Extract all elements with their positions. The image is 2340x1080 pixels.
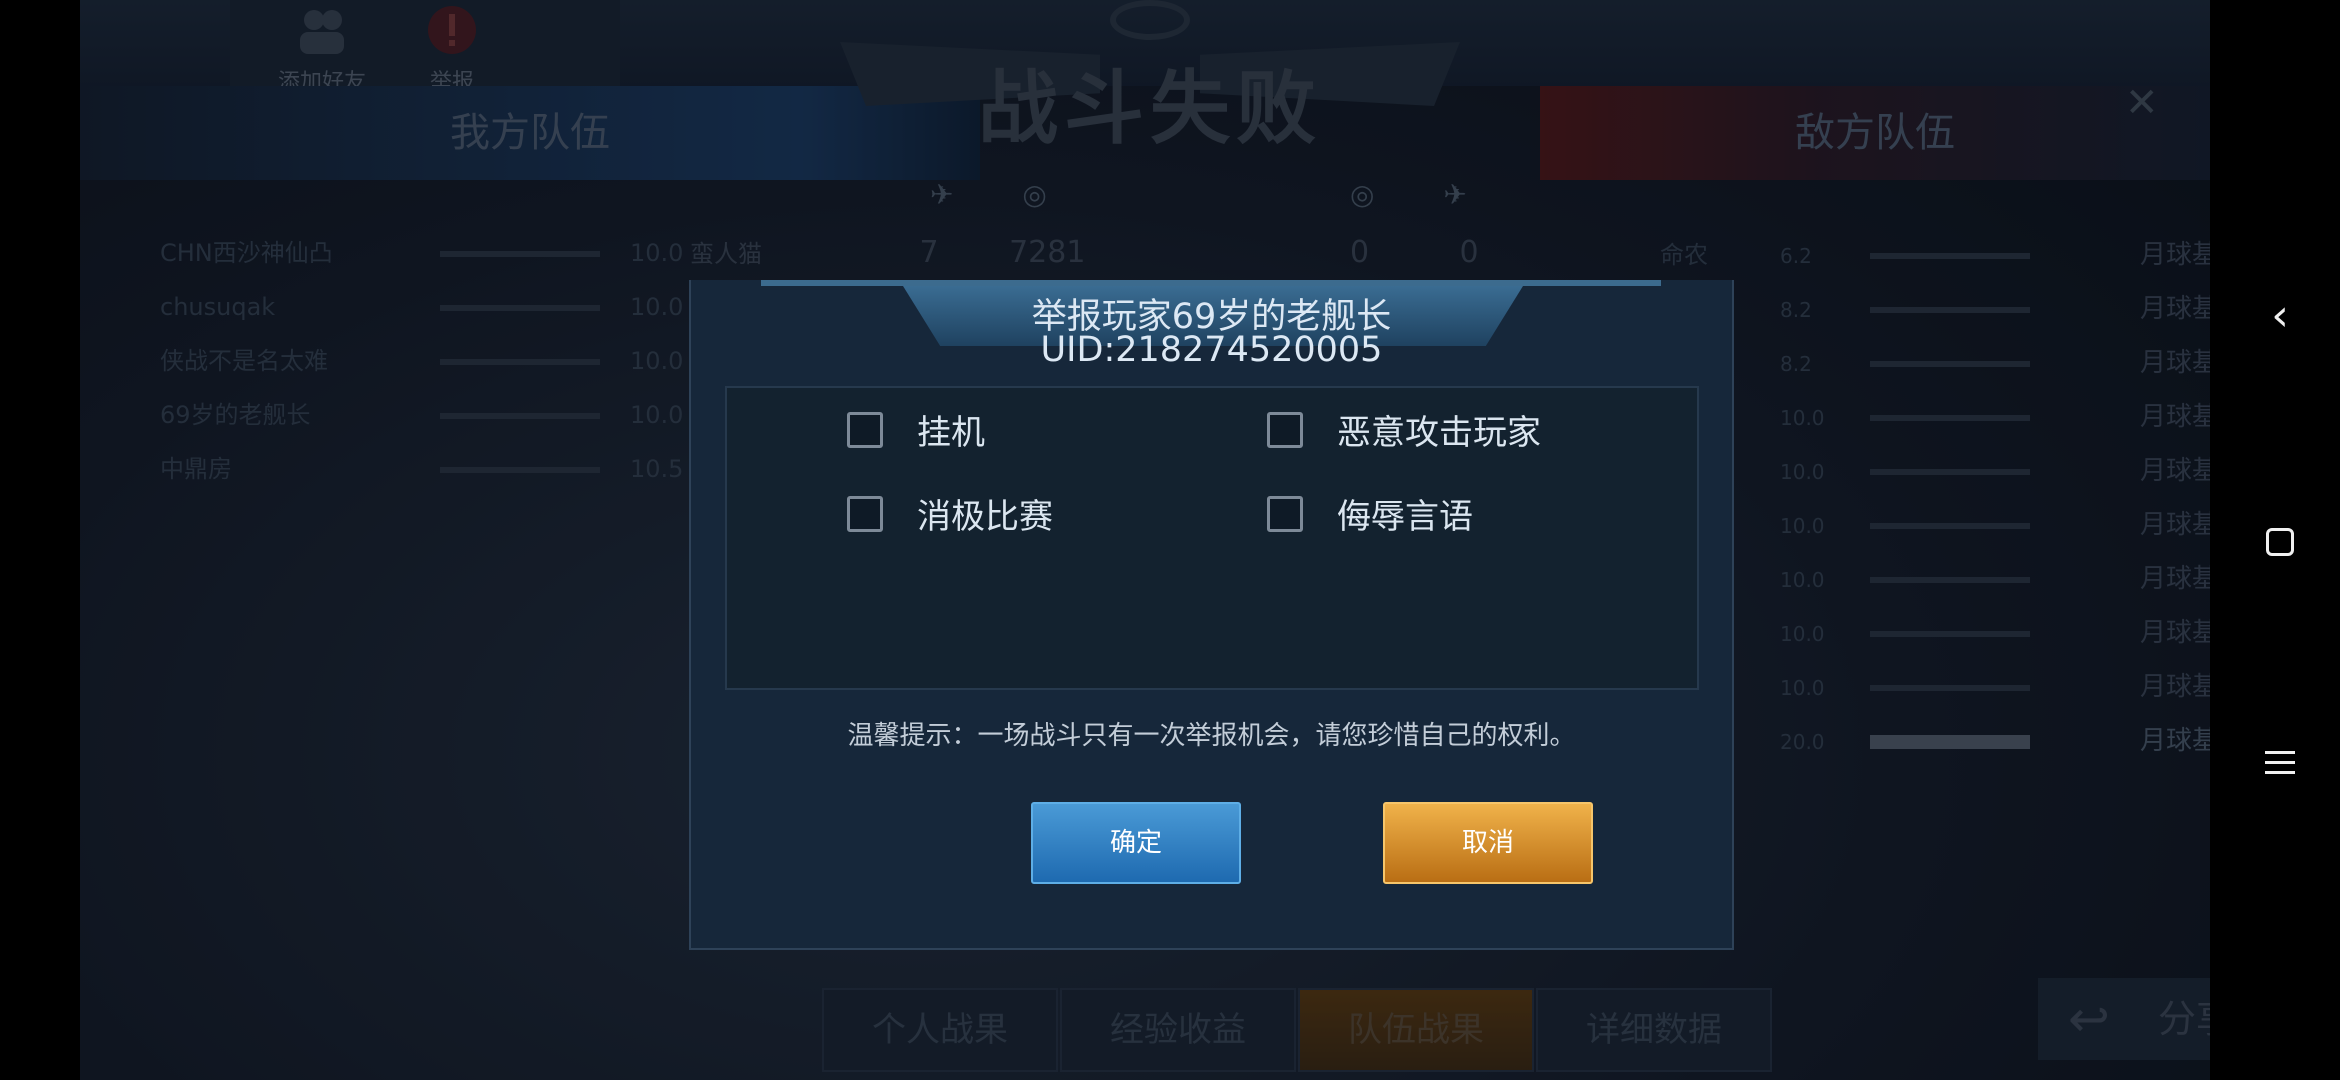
reason-option-malicious-attack[interactable]: 恶意攻击玩家 [1267, 408, 1607, 458]
report-notice: 温馨提示：一场战斗只有一次举报机会，请您珍惜自己的权利。 [847, 721, 1576, 751]
reason-option-insulting-language[interactable]: 侮辱言语 [1267, 492, 1567, 542]
cancel-button[interactable]: 取消 [1383, 802, 1593, 884]
reason-option-passive-play[interactable]: 消极比赛 [847, 492, 1107, 542]
checkbox[interactable] [847, 496, 883, 532]
checkbox[interactable] [1267, 412, 1303, 448]
menu-line [2265, 751, 2295, 754]
game-screen: 添加好友 举报 我方队伍 敌方队伍 战斗失败 ✕ ✈ ◎ ◎ ✈ 蛮人猫 7 7… [80, 0, 2210, 1080]
player-uid: UID:218274520005 [1040, 330, 1383, 370]
dialog-top-border [761, 280, 1661, 286]
report-dialog: 举报玩家69岁的老舰长 UID:218274520005 挂机 恶意攻击玩家 消… [689, 280, 1734, 950]
home-icon[interactable] [2260, 524, 2300, 564]
back-icon[interactable]: ‹ [2260, 294, 2300, 338]
menu-icon[interactable] [2260, 744, 2300, 784]
reason-option-afk[interactable]: 挂机 [847, 408, 1107, 458]
reason-label: 挂机 [917, 413, 985, 453]
menu-line [2265, 761, 2295, 764]
confirm-button[interactable]: 确定 [1031, 802, 1241, 884]
menu-line [2265, 771, 2295, 774]
reason-label: 恶意攻击玩家 [1337, 413, 1541, 453]
reason-label: 消极比赛 [917, 497, 1053, 537]
checkbox[interactable] [1267, 496, 1303, 532]
checkbox[interactable] [847, 412, 883, 448]
report-reason-box: 挂机 恶意攻击玩家 消极比赛 侮辱言语 [725, 386, 1699, 690]
reason-label: 侮辱言语 [1337, 497, 1473, 537]
home-square [2266, 528, 2294, 556]
